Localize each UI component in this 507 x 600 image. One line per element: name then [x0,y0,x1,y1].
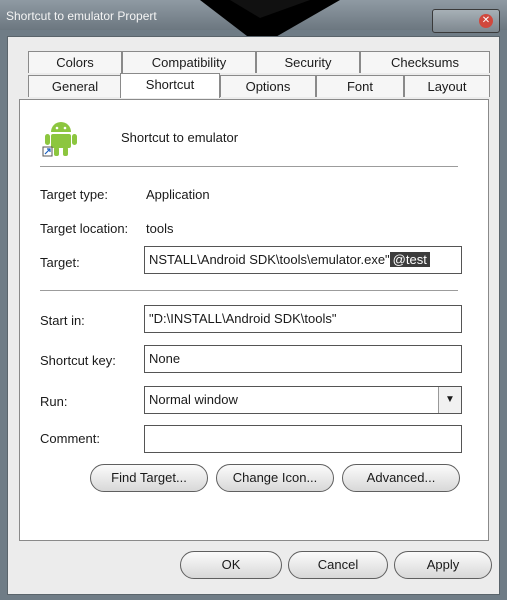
target-location-value: tools [146,221,174,236]
target-label: Target: [40,255,80,270]
run-label: Run: [40,394,68,409]
divider [40,166,458,167]
tab-compatibility[interactable]: Compatibility [122,51,256,73]
target-field[interactable]: NSTALL\Android SDK\tools\emulator.exe" @t… [144,246,462,274]
close-icon: ✕ [479,14,493,28]
shortcut-name: Shortcut to emulator [121,130,239,145]
window-title: Shortcut to emulator Propert [6,9,157,23]
divider [40,290,458,291]
shortcut-panel: Shortcut to emulator Target type: Applic… [19,99,489,541]
run-select[interactable]: Normal window ▼ [144,386,462,414]
change-icon-button[interactable]: Change Icon... [216,464,334,492]
tab-layout[interactable]: Layout [404,75,490,97]
target-location-label: Target location: [40,221,129,236]
shortcut-key-field[interactable]: None [144,345,462,373]
shortcut-key-text: None [149,351,181,366]
tab-options[interactable]: Options [220,75,316,97]
find-target-button[interactable]: Find Target... [90,464,208,492]
button-label: Change Icon... [232,470,318,485]
chevron-down-icon[interactable]: ▼ [438,387,461,413]
target-selected-text: @test [389,252,430,267]
close-button[interactable]: ✕ [432,9,500,33]
target-text: NSTALL\Android SDK\tools\emulator.exe" [149,252,390,267]
start-in-field[interactable]: "D:\INSTALL\Android SDK\tools" [144,305,462,333]
comment-field[interactable] [144,425,462,453]
shortcut-key-label: Shortcut key: [40,353,116,368]
tab-label: Shortcut [145,77,195,92]
tab-shortcut[interactable]: Shortcut [120,73,220,98]
target-type-value: Application [146,187,210,202]
tab-label: Options [245,79,291,94]
tab-label: Layout [427,79,467,94]
android-icon [42,122,77,157]
properties-window: Shortcut to emulator Propert ✕ Colors Co… [0,0,507,600]
start-in-text: "D:\INSTALL\Android SDK\tools" [149,311,337,326]
tab-colors[interactable]: Colors [28,51,122,73]
apply-button[interactable]: Apply [394,551,492,579]
tab-font[interactable]: Font [316,75,404,97]
button-label: Cancel [317,557,359,572]
button-label: Advanced... [366,470,436,485]
ok-button[interactable]: OK [180,551,282,579]
tab-label: Compatibility [151,55,227,70]
tab-checksums[interactable]: Checksums [360,51,490,73]
start-in-label: Start in: [40,313,85,328]
tab-label: Font [346,79,373,94]
run-selected-value: Normal window [149,392,238,407]
tab-label: Colors [56,55,94,70]
tab-label: Security [284,55,332,70]
button-label: Find Target... [111,470,187,485]
button-label: Apply [426,557,460,572]
tab-label: General [51,79,99,94]
button-label: OK [221,557,241,572]
comment-label: Comment: [40,431,100,446]
target-type-label: Target type: [40,187,108,202]
advanced-button[interactable]: Advanced... [342,464,460,492]
tab-label: Checksums [391,55,459,70]
tab-security[interactable]: Security [256,51,360,73]
cancel-button[interactable]: Cancel [288,551,388,579]
tab-general[interactable]: General [28,75,122,97]
